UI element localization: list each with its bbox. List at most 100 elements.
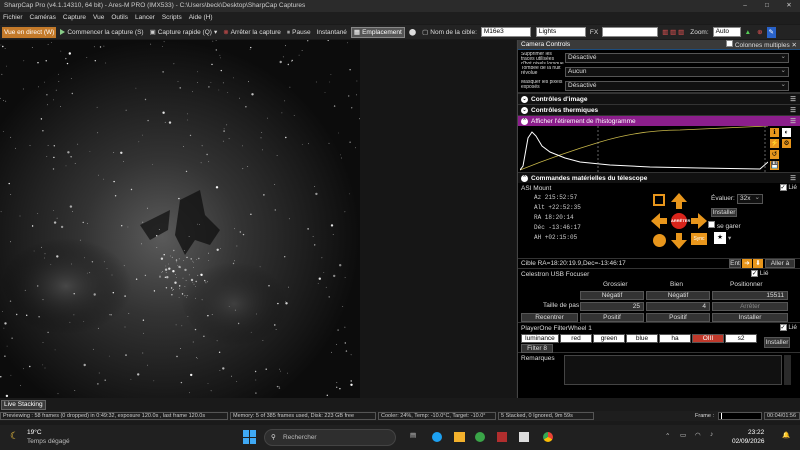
histogram-icon[interactable]: ▲ [743,27,753,38]
clock-time[interactable]: 23:22 [748,429,764,436]
mount-install-button[interactable]: Installer [711,208,737,217]
park-checkbox[interactable] [708,221,715,228]
chrome-icon[interactable] [543,432,553,442]
lightning-icon[interactable]: ⚡ [770,139,779,148]
focuser-fine-negative-button[interactable]: Négatif [646,291,710,300]
windows-start-icon[interactable] [243,430,257,444]
focuser-coarse-negative-button[interactable]: Négatif [580,291,644,300]
filterwheel-link-toggle[interactable]: ✓ Lié [779,324,797,331]
clock-date[interactable]: 02/09/2026 [732,438,765,445]
maximize-icon[interactable]: □ [756,0,778,12]
recenter-button[interactable]: Recentrer [521,313,578,322]
step-fine-input[interactable]: 4 [646,302,710,311]
folder-icon[interactable] [454,432,465,442]
focuser-link-checkbox[interactable]: ✓ [751,270,758,277]
task-view-icon[interactable]: ▤ [410,431,416,439]
frame-type-select[interactable]: Lights [535,27,586,37]
menu-aide[interactable]: Aide (H) [189,12,213,24]
filter-button[interactable]: red [560,334,592,343]
mask-pixels-select[interactable]: Désactivé [565,80,789,91]
stop-capture-button[interactable]: ⊗ Arrêter la capture [221,27,283,38]
multi-column-toggle[interactable]: Colonnes multiples ✕ [726,40,797,51]
filter-button[interactable]: blue [626,334,658,343]
rotate-icon[interactable] [653,194,665,206]
multi-column-checkbox[interactable] [726,40,733,47]
arrow-right-icon[interactable]: ➔ [742,259,752,268]
menu-outils[interactable]: Outils [111,12,128,24]
weather-text[interactable]: Temps dégagé [27,438,70,445]
live-stacking-tab[interactable]: Live Stacking [1,400,46,410]
dusk-select[interactable]: Aucun [565,66,789,77]
live-view-button[interactable]: Vue en direct (W) [2,26,57,38]
minimize-icon[interactable]: – [734,0,756,12]
chevron-up-icon[interactable]: ⌃ [665,432,670,440]
arrow-right-icon[interactable] [691,213,707,229]
sync-button[interactable]: Sync [691,233,707,245]
settings-icon[interactable]: ✎ [766,26,776,38]
arrow-down-icon[interactable] [671,233,687,249]
fx-select[interactable] [602,27,659,37]
menu-scripts[interactable]: Scripts [162,12,182,24]
snapshot-button[interactable]: Instantané [315,27,349,38]
focuser-install-button[interactable]: Installer [712,313,788,322]
app-green-icon[interactable] [475,432,485,442]
mount-in-button[interactable]: Ent [729,259,741,268]
wifi-icon[interactable]: ◠ [695,431,701,439]
close-panel-icon[interactable]: ✕ [792,42,797,49]
edge-icon[interactable] [432,432,442,442]
park-toggle[interactable]: se garer [708,221,741,230]
menu-lancer[interactable]: Lancer [135,12,155,24]
record-dot-icon[interactable]: ⬤ [407,27,418,38]
menu-fichier[interactable]: Fichier [3,12,23,24]
focuser-position-value[interactable]: 15511 [712,291,788,300]
evaluate-select[interactable]: 32x [737,194,763,204]
histogram-section[interactable]: ⌃ Afficher l'étirement de l'histogramme … [518,115,800,126]
quick-capture-button[interactable]: ▣ Capture rapide (Q) ▾ [148,27,220,38]
arrow-left-icon[interactable] [651,213,667,229]
hot-pixel-select[interactable]: Désactivé [565,52,789,63]
focuser-stop-button[interactable]: Arrêter [712,302,788,311]
step-coarse-input[interactable]: 25 [580,302,644,311]
notification-icon[interactable]: 🔔 [782,431,790,439]
focuser-fine-positive-button[interactable]: Positif [646,313,710,322]
filter-button[interactable]: OIII [692,334,724,343]
filterwheel-install-button[interactable]: Installer [764,337,790,348]
image-viewer[interactable] [0,40,360,398]
app-white-icon[interactable] [519,432,529,442]
telescope-section[interactable]: ⌃ Commandes matérielles du télescope ☰ [518,172,800,183]
filterwheel-link-checkbox[interactable]: ✓ [779,324,787,331]
thermal-controls-section[interactable]: ⌄ Contrôles thermiques ☰ [518,104,800,115]
arrow-down-icon[interactable]: ⬇ [753,259,763,268]
menu-cameras[interactable]: Caméras [30,12,56,24]
remarks-textarea[interactable] [564,355,782,385]
mount-link-toggle[interactable]: ✓ Lié [779,184,797,191]
volume-icon[interactable]: ♪ [710,431,713,438]
pause-button[interactable]: ⏸ Pause [285,27,313,38]
menu-vue[interactable]: Vue [93,12,104,24]
stop-button[interactable]: ARRÊTER [671,213,690,229]
start-capture-button[interactable]: Commencer la capture (S) [58,27,145,38]
gear-icon[interactable]: ⚙ [782,139,791,148]
chevron-down-icon[interactable]: ▾ [214,27,217,38]
target-icon[interactable] [653,234,666,247]
menu-capture[interactable]: Capture [63,12,86,24]
network-icon[interactable]: ▭ [680,431,686,439]
info-icon[interactable]: ℹ [770,128,779,137]
crosshair-icon[interactable]: ⊕ [755,27,764,38]
reset-icon[interactable]: ↺ [770,150,779,159]
histogram-plot[interactable] [520,126,768,172]
filter-button[interactable]: green [593,334,625,343]
goto-button[interactable]: Aller à [765,259,795,268]
sharpcap-icon[interactable] [497,432,507,442]
placement-button[interactable]: ▦ Emplacement [350,26,405,38]
zoom-select[interactable]: Auto [712,27,741,37]
mount-link-checkbox[interactable]: ✓ [779,184,787,191]
taskbar-search[interactable]: ⚲ Rechercher [264,429,396,446]
remarks-scrollbar[interactable] [784,355,791,385]
contrast-icon[interactable]: ◐ [782,128,791,137]
chevron-down-icon[interactable]: ▾ [728,234,731,242]
target-name-input[interactable]: M16e3 [480,27,531,37]
arrow-up-icon[interactable] [671,193,687,209]
weather-temp[interactable]: 19°C [27,429,42,436]
star-icon[interactable]: ★ [714,232,726,244]
